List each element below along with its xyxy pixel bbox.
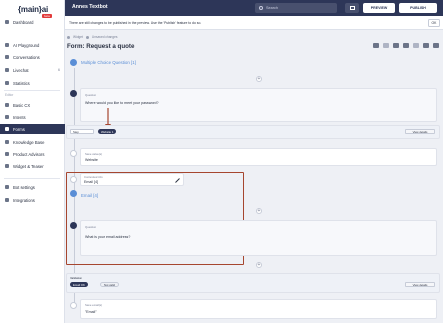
gear-icon — [5, 185, 9, 189]
question-node-icon — [70, 90, 77, 97]
dashboard-icon — [5, 20, 9, 24]
headset-icon — [5, 68, 9, 72]
pencil-icon[interactable] — [175, 178, 180, 183]
condition-row — [66, 125, 440, 139]
book-icon — [5, 140, 9, 144]
top-bar: Annes Textbot Search PREVIEW PUBLISH — [65, 0, 443, 16]
breadcrumb-status: Unsaved changes — [91, 35, 118, 39]
add-step-button-2[interactable]: + — [256, 208, 262, 214]
condition-chip-count: 1 — [111, 129, 114, 134]
save-value-label: Save value(s) — [85, 152, 103, 156]
sidebar-item-integrations[interactable]: Integrations — [0, 195, 65, 205]
context-node-icon — [70, 176, 77, 183]
device-toggle-button[interactable] — [345, 3, 359, 13]
sidebar-item-product-advisors[interactable]: Product Advisors — [0, 149, 65, 159]
sidebar-item-forms[interactable]: Forms — [0, 124, 65, 134]
plug-icon — [5, 198, 9, 202]
sidebar-item-livechat[interactable]: Livechat 6 — [0, 65, 65, 75]
breadcrumb: Widget Unsaved changes — [67, 35, 117, 39]
condition-chip[interactable]: Website 1 — [98, 129, 117, 134]
livechat-count-badge: 6 — [58, 68, 60, 72]
mcq-block-title[interactable]: Multiple Choice Question [1] — [81, 60, 136, 65]
sidebar-item-intents[interactable]: Intents — [0, 112, 65, 122]
question-card-1[interactable]: Question Where would you like to meet yo… — [80, 88, 437, 122]
notice-ok-button[interactable]: OK — [428, 19, 440, 27]
validation-label: Validation — [70, 276, 83, 280]
app-root: {main}ai beta Dashboard AI Playground Co… — [0, 0, 443, 323]
context-value: Email [4] — [84, 180, 98, 184]
save-node-icon — [70, 150, 77, 157]
add-step-button-3[interactable]: + — [256, 262, 262, 268]
forms-icon — [5, 127, 9, 131]
sidebar-item-widget-teaser[interactable]: Widget & Teaser — [0, 161, 65, 171]
question-text-1[interactable]: Where would you like to meet your passwo… — [85, 101, 159, 105]
context-label: Contextual info — [84, 175, 103, 179]
mcq-node-icon — [70, 59, 77, 66]
sidebar-divider — [4, 90, 60, 91]
layout-icon[interactable] — [433, 43, 439, 48]
project-title: Annes Textbot — [72, 4, 108, 10]
publish-button[interactable]: PUBLISH — [399, 3, 437, 13]
preview-button[interactable]: PREVIEW — [363, 3, 395, 13]
intents-icon — [5, 115, 9, 119]
chevron-down-icon[interactable] — [383, 43, 389, 48]
email-node-icon — [70, 190, 77, 197]
search-input[interactable]: Search — [255, 3, 337, 13]
validation-chip-ok[interactable]: Email OK — [70, 282, 88, 287]
product-icon — [5, 152, 9, 156]
save-email-label: Save email(s) — [85, 303, 103, 307]
sidebar-item-statistics[interactable]: Statistics — [0, 78, 65, 88]
chart-icon — [5, 81, 9, 85]
context-input[interactable]: Contextual info Email [4] — [80, 173, 184, 186]
email-block-title[interactable]: Email [4] — [81, 193, 98, 198]
sidebar-item-bot-settings[interactable]: Bot settings — [0, 182, 65, 192]
page-title: Form: Request a quote — [67, 43, 135, 50]
link-icon[interactable] — [423, 43, 429, 48]
logo-text: {main}ai — [18, 5, 48, 14]
sidebar-section-editor: Editor — [5, 93, 14, 97]
notice-text: There are still changes to be published … — [69, 21, 202, 25]
view-details-button-2[interactable]: View details — [405, 282, 435, 287]
search-placeholder: Search — [266, 6, 279, 10]
condition-select[interactable]: Step — [70, 129, 94, 134]
search-icon — [259, 6, 263, 10]
sidebar-item-ai-playground[interactable]: AI Playground — [0, 40, 65, 50]
grid-icon[interactable] — [373, 43, 379, 48]
validation-chip-invalid[interactable]: Not valid — [100, 282, 119, 287]
unpublished-notice: There are still changes to be published … — [65, 16, 443, 30]
question-text-2[interactable]: What is your email address? — [85, 235, 130, 239]
breadcrumb-section[interactable]: Widget — [73, 35, 83, 39]
sidebar: {main}ai beta Dashboard AI Playground Co… — [0, 0, 65, 323]
cx-icon — [5, 103, 9, 107]
chat-icon — [5, 55, 9, 59]
sidebar-divider-2 — [4, 178, 60, 179]
status-dot-icon — [85, 35, 89, 39]
sidebar-item-dashboard[interactable]: Dashboard — [0, 17, 65, 27]
question-card-2[interactable]: Question What is your email address? — [80, 220, 437, 256]
save-value-card[interactable]: Save value(s) Website — [80, 148, 437, 166]
sparkle-icon — [5, 43, 9, 47]
more-icon[interactable] — [413, 43, 419, 48]
widget-icon — [5, 164, 9, 168]
sidebar-item-basic-cx[interactable]: Basic CX — [0, 100, 65, 110]
monitor-icon — [349, 6, 355, 10]
validation-row — [66, 273, 440, 293]
sidebar-item-knowledge-base[interactable]: Knowledge Base — [0, 137, 65, 147]
question-label-2: Question — [85, 225, 97, 229]
save-email-value: "Email" — [85, 310, 97, 314]
redo-icon[interactable] — [403, 43, 409, 48]
sidebar-item-conversations[interactable]: Conversations — [0, 52, 65, 62]
save-value-text: Website — [85, 158, 98, 162]
save-email-card[interactable]: Save email(s) "Email" — [80, 299, 437, 319]
save2-node-icon — [70, 302, 77, 309]
add-step-button-1[interactable]: + — [256, 76, 262, 82]
view-details-button[interactable]: View details — [405, 129, 435, 134]
question-label-1: Question — [85, 93, 97, 97]
editor-toolbar — [373, 43, 439, 48]
filter-icon — [67, 35, 70, 39]
undo-icon[interactable] — [393, 43, 399, 48]
question2-node-icon — [70, 222, 77, 229]
